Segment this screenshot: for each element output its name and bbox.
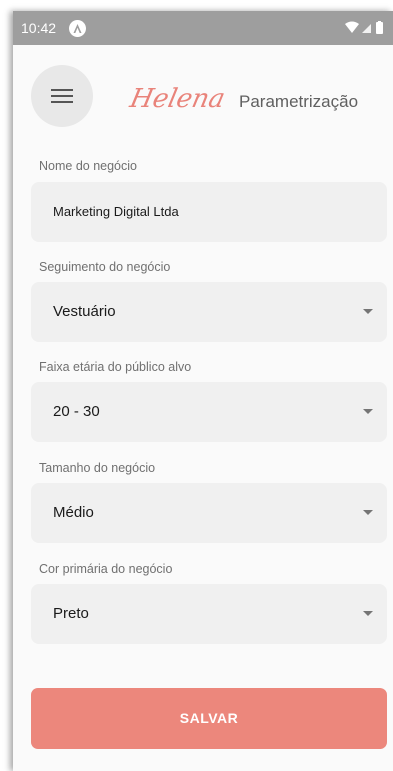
save-button[interactable]: SALVAR: [31, 688, 387, 749]
status-bar: 10:42: [13, 11, 393, 45]
helena-logo: Helena: [127, 84, 228, 114]
business-size-select[interactable]: Médio: [31, 483, 387, 543]
dropdown-arrow-icon: [363, 409, 373, 414]
signal-icon: [362, 24, 371, 33]
battery-icon: [376, 21, 383, 34]
primary-color-value: Preto: [53, 605, 89, 622]
age-range-label: Faixa etária do público alvo: [39, 360, 192, 374]
dropdown-arrow-icon: [363, 611, 373, 616]
hamburger-menu-icon: [51, 89, 73, 103]
menu-button[interactable]: [31, 65, 93, 127]
app-screen: 10:42 Helena Parametrização Nome do negó…: [13, 11, 393, 771]
business-size-value: Médio: [53, 504, 94, 521]
segment-select[interactable]: Vestuário: [31, 282, 387, 342]
dropdown-arrow-icon: [363, 510, 373, 515]
segment-value: Vestuário: [53, 303, 116, 320]
primary-color-label: Cor primária do negócio: [39, 562, 173, 576]
status-time: 10:42: [21, 20, 57, 36]
status-icons: [345, 21, 387, 40]
age-range-value: 20 - 30: [53, 403, 100, 420]
age-range-select[interactable]: 20 - 30: [31, 382, 387, 442]
primary-color-select[interactable]: Preto: [31, 584, 387, 644]
segment-label: Seguimento do negócio: [39, 260, 171, 274]
android-app-icon: [69, 20, 86, 37]
business-name-value: Marketing Digital Ltda: [53, 204, 179, 219]
wifi-icon: [345, 21, 359, 33]
business-name-input[interactable]: Marketing Digital Ltda: [31, 182, 387, 242]
app-header: Helena Parametrização: [13, 45, 393, 131]
business-name-label: Nome do negócio: [39, 159, 137, 173]
dropdown-arrow-icon: [363, 309, 373, 314]
business-size-label: Tamanho do negócio: [39, 461, 156, 475]
page-title: Parametrização: [239, 92, 359, 111]
